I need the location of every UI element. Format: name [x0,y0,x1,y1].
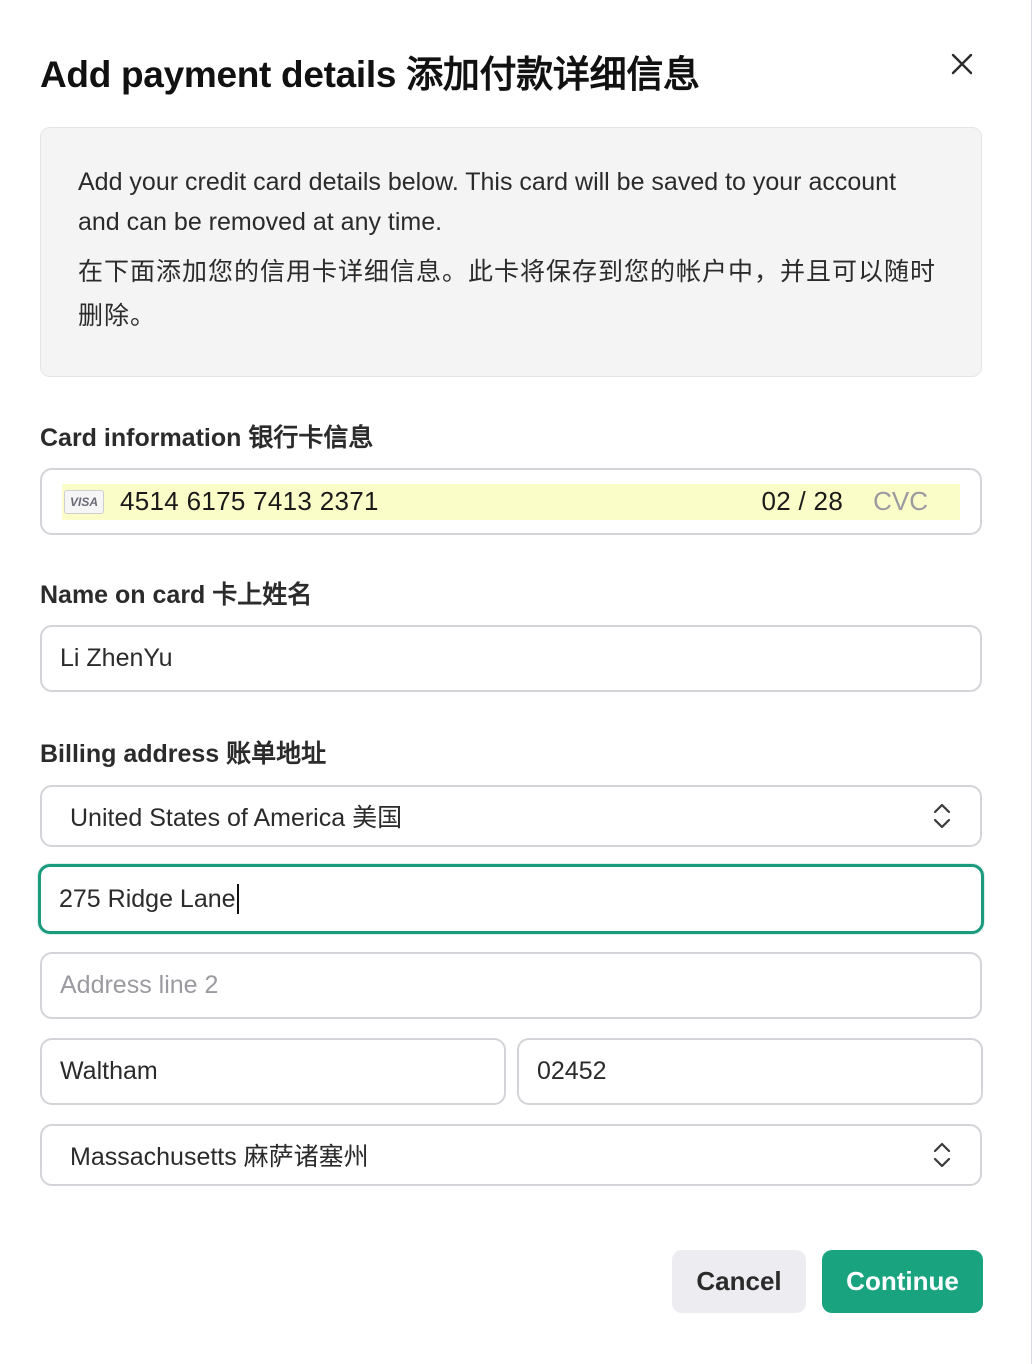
info-text-zh: 在下面添加您的信用卡详细信息。此卡将保存到您的帐户中，并且可以随时删除。 [78,258,937,330]
card-information-label: Card information 银行卡信息 [40,424,374,452]
name-on-card-field[interactable]: Li ZhenYu [40,625,982,692]
postal-code-field[interactable]: 02452 [517,1038,983,1105]
continue-button[interactable]: Continue [822,1250,983,1313]
close-button[interactable] [942,44,982,84]
text-cursor [236,884,239,914]
name-on-card-value: Li ZhenYu [60,644,173,672]
card-expiry-input[interactable]: 02 / 28 [761,486,843,517]
info-text-en: Add your credit card details below. This… [78,168,897,236]
state-select[interactable]: Massachusetts 麻萨诸塞州 [40,1124,982,1186]
payment-dialog: Add payment details 添加付款详细信息 Add your cr… [0,0,1032,1364]
chevron-up-down-icon [933,803,951,829]
state-value: Massachusetts 麻萨诸塞州 [70,1143,369,1171]
address-line1-value: 275 Ridge Lane [59,884,236,913]
info-box: Add your credit card details below. This… [40,127,982,377]
card-cvc-input[interactable]: CVC [873,486,928,517]
city-field[interactable]: Waltham [40,1038,506,1105]
card-autofill-area: VISA 4514 6175 7413 2371 02 / 28 CVC [62,483,960,520]
postal-code-value: 02452 [537,1057,607,1085]
address-line1-field[interactable]: 275 Ridge Lane [38,864,984,934]
visa-card-icon: VISA [64,489,104,514]
address-line2-field[interactable] [40,952,982,1019]
cancel-button[interactable]: Cancel [672,1250,806,1313]
close-icon [951,53,973,75]
card-number-input[interactable]: 4514 6175 7413 2371 [120,486,761,517]
city-value: Waltham [60,1057,158,1085]
billing-address-label: Billing address 账单地址 [40,740,327,768]
name-on-card-label: Name on card 卡上姓名 [40,581,313,609]
chevron-up-down-icon [933,1142,951,1168]
country-select[interactable]: United States of America 美国 [40,785,982,847]
card-information-field[interactable]: VISA 4514 6175 7413 2371 02 / 28 CVC [40,468,982,535]
dialog-title: Add payment details 添加付款详细信息 [40,54,700,95]
country-value: United States of America 美国 [70,804,403,832]
address-line2-input[interactable] [60,971,962,1000]
